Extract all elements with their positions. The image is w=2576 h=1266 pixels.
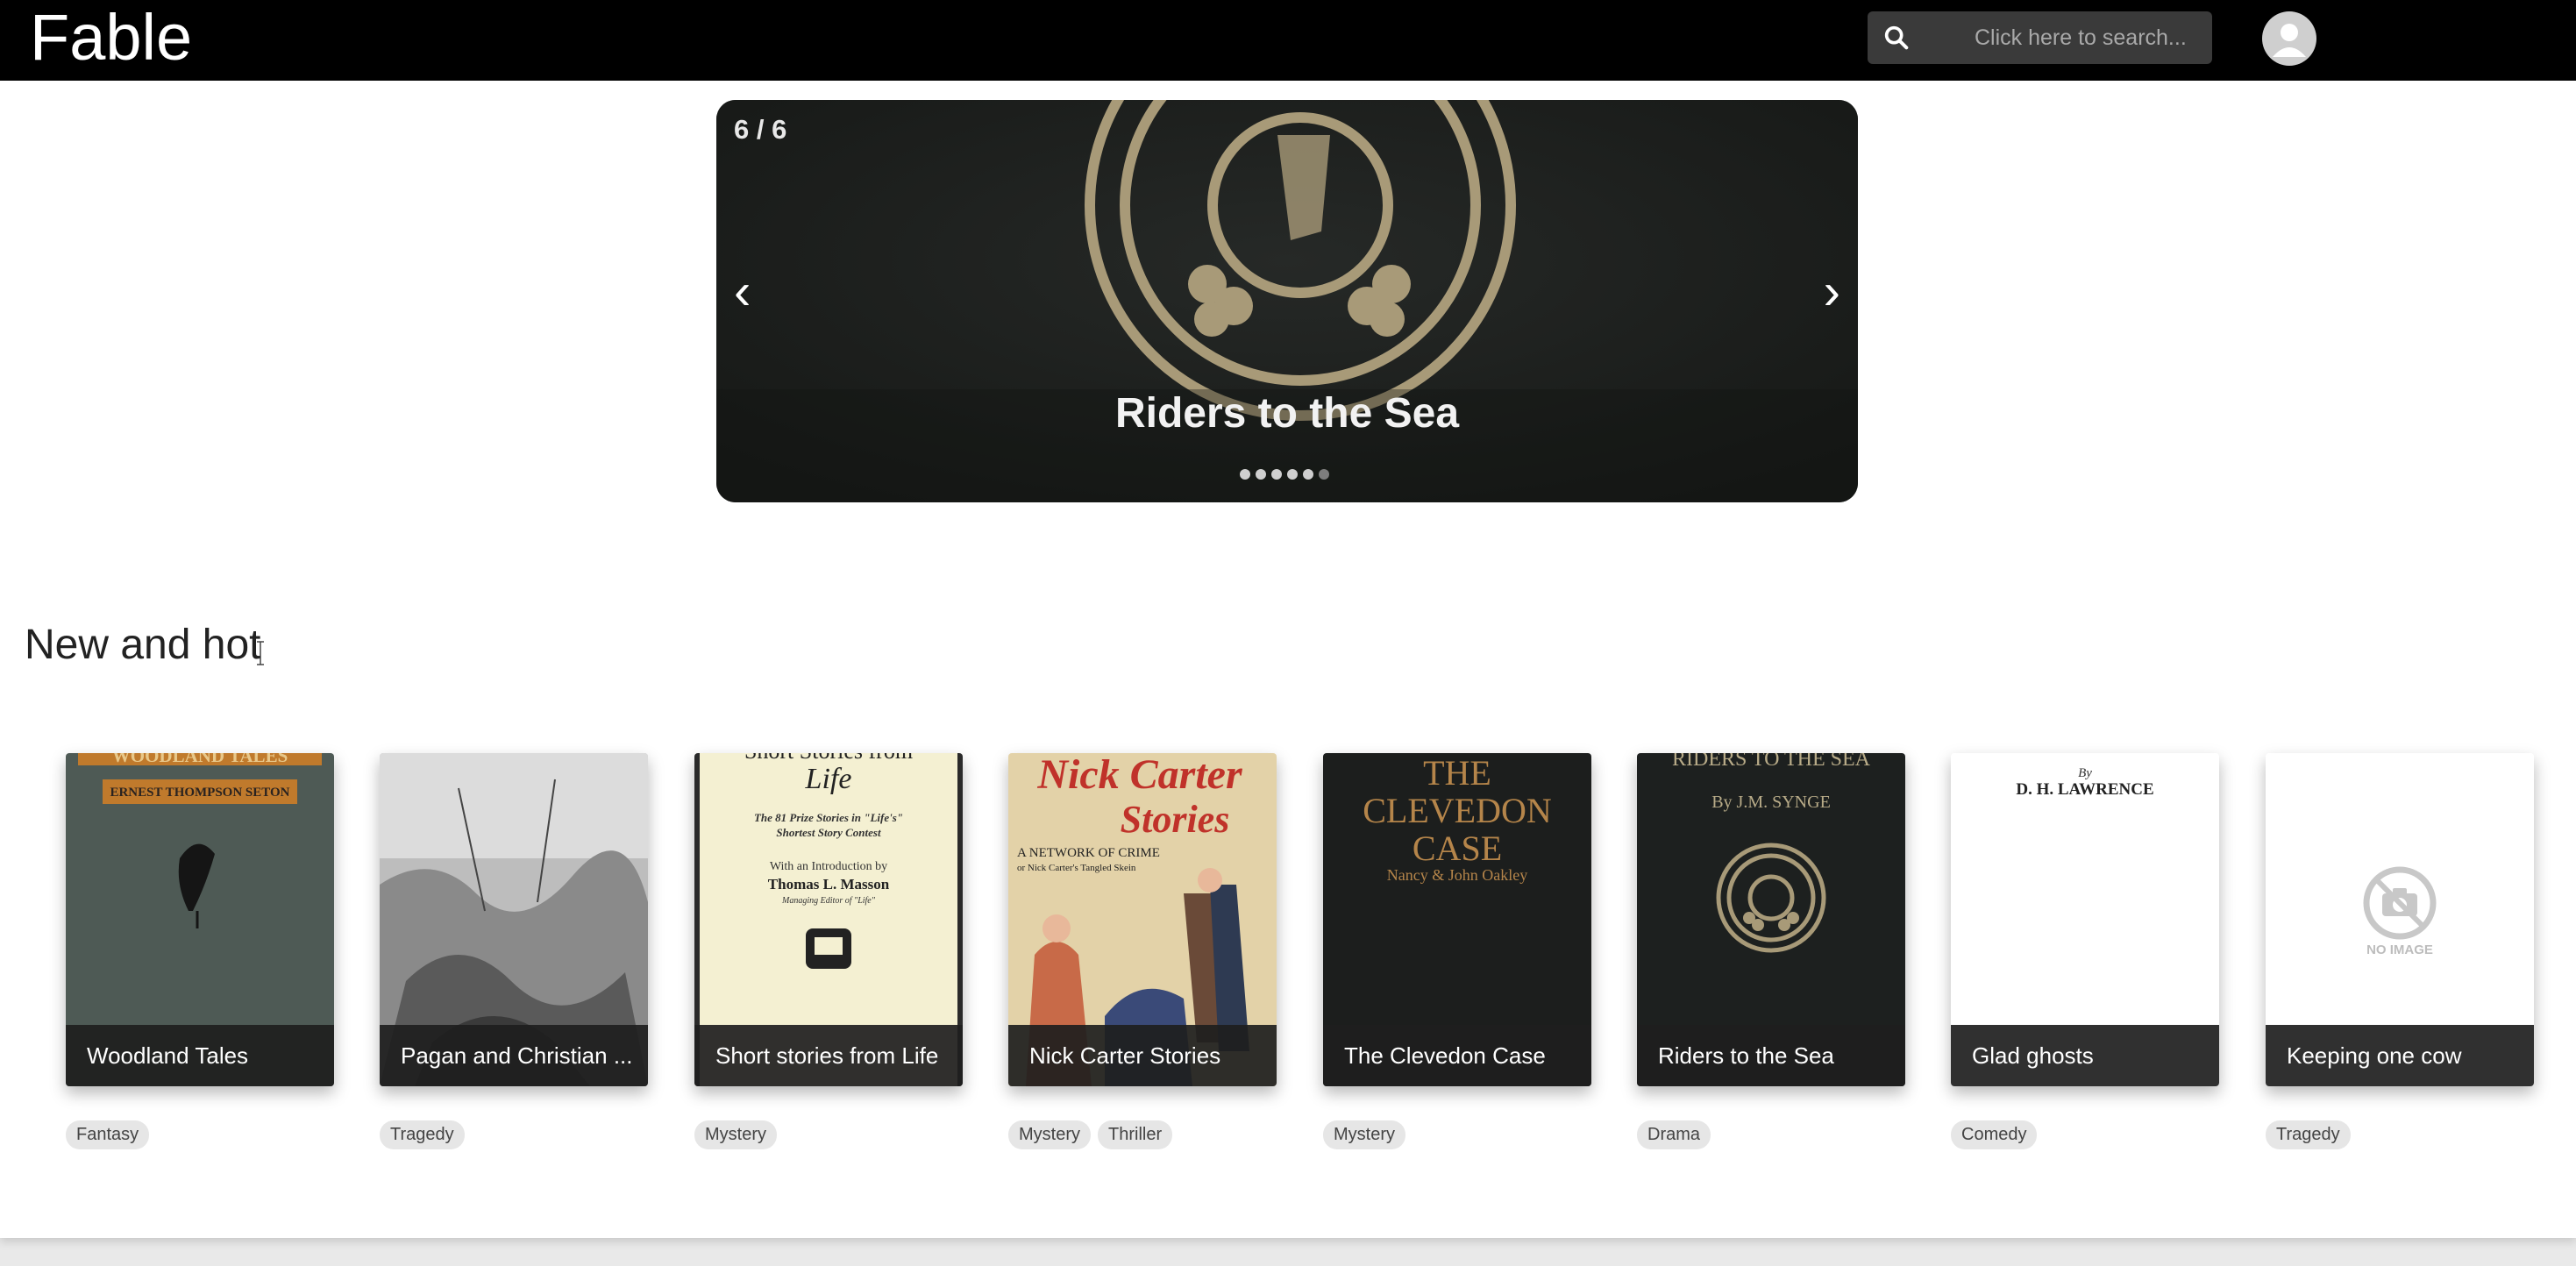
user-avatar-icon[interactable] [2262,11,2316,66]
cover-text: Nancy & John Oakley [1387,866,1527,884]
book-title-bar: The Clevedon Case [1323,1025,1591,1086]
book-card-woodland-tales[interactable]: WOODLAND TALES ERNEST THOMPSON SETON Woo… [66,753,334,1086]
book-card-keeping-one-cow[interactable]: NO IMAGE Keeping one cow [2266,753,2534,1086]
slide-cover-image [716,100,1858,502]
genre-tag[interactable]: Tragedy [2266,1120,2351,1149]
book-title-bar: Keeping one cow [2266,1025,2534,1086]
genre-tags: Tragedy [380,1120,465,1149]
next-slide-button[interactable]: › [1824,267,1840,317]
book-title[interactable]: Glad ghosts [1972,1042,2209,1070]
cover-text: Managing Editor of "Life" [781,896,876,906]
cover-text: With an Introduction by [770,860,887,873]
slide-indicators [1240,469,1329,481]
book-title-bar: Riders to the Sea [1637,1025,1905,1086]
top-bar: Fable Click here to search... [0,0,2576,81]
book-title-bar: Glad ghosts [1951,1025,2219,1086]
section-title: New and hot [25,622,261,668]
genre-tag[interactable]: Mystery [1323,1120,1405,1149]
genre-tag[interactable]: Drama [1637,1120,1711,1149]
cover-text: THE [1423,753,1491,793]
book-title[interactable]: Short stories from Life [715,1042,952,1070]
cover-text: D. H. LAWRENCE [2016,780,2153,799]
cover-text: CLEVEDON [1363,791,1552,830]
genre-tag[interactable]: Mystery [1008,1120,1091,1149]
genre-tags: Comedy [1951,1120,2038,1149]
book-title[interactable]: Keeping one cow [2287,1042,2523,1070]
featured-carousel[interactable]: 6 / 6 ‹ › Riders to the Sea [716,100,1858,502]
text-cursor-icon [257,641,264,665]
book-card-pagan-and-christian[interactable]: Pagan and Christian ... [380,753,648,1086]
search-input[interactable]: Click here to search... [1975,25,2187,51]
slide-dot[interactable] [1271,469,1282,480]
genre-tag[interactable]: Mystery [694,1120,777,1149]
genre-tag[interactable]: Tragedy [380,1120,465,1149]
genre-tag[interactable]: Thriller [1098,1120,1173,1149]
genre-tags: Mystery Thriller [1008,1120,1173,1149]
genre-tag[interactable]: Comedy [1951,1120,2038,1149]
cover-text: The 81 Prize Stories in "Life's" [754,811,903,824]
book-title[interactable]: Woodland Tales [87,1042,324,1070]
book-card-glad-ghosts[interactable]: By D. H. LAWRENCE Glad ghosts [1951,753,2219,1086]
book-title-bar: Pagan and Christian ... [380,1025,648,1086]
book-title-bar: Nick Carter Stories [1008,1025,1277,1086]
genre-tags: Mystery [1323,1120,1405,1149]
cover-text: Life [805,763,852,795]
no-image-label: NO IMAGE [2366,942,2433,957]
genre-tags: Drama [1637,1120,1711,1149]
cover-text: By J.M. SYNGE [1711,793,1831,812]
cover-text: Shortest Story Contest [776,826,881,839]
cover-text: By [2078,766,2092,780]
search-box[interactable]: Click here to search... [1868,11,2212,64]
slide-counter: 6 / 6 [734,114,787,145]
book-card-riders-to-the-sea[interactable]: RIDERS TO THE SEA By J.M. SYNGE Riders t… [1637,753,1905,1086]
slide-dot[interactable] [1256,469,1266,480]
book-title-bar: Woodland Tales [66,1025,334,1086]
genre-tags: Fantasy [66,1120,150,1149]
slide-title[interactable]: Riders to the Sea [716,389,1858,437]
book-card-short-stories-from-life[interactable]: Short Stories from Life The 81 Prize Sto… [694,753,963,1086]
cover-text: or Nick Carter's Tangled Skein [1017,863,1136,873]
cover-text: WOODLAND TALES [112,753,288,766]
book-title[interactable]: Pagan and Christian ... [401,1042,637,1070]
book-title-bar: Short stories from Life [694,1025,963,1086]
cover-text: ERNEST THOMPSON SETON [110,786,289,800]
book-card-the-clevedon-case[interactable]: THE CLEVEDON CASE Nancy & John Oakley Th… [1323,753,1591,1086]
cover-text: Thomas L. Masson [768,876,890,893]
genre-tag[interactable]: Fantasy [66,1120,150,1149]
book-title[interactable]: The Clevedon Case [1344,1042,1581,1070]
search-icon [1884,25,1909,50]
book-card-nick-carter-stories[interactable]: Nick Carter Stories A NETWORK OF CRIME o… [1008,753,1277,1086]
genre-tags: Mystery [694,1120,777,1149]
slide-dot-active[interactable] [1319,469,1329,480]
book-title[interactable]: Riders to the Sea [1658,1042,1895,1070]
cover-text: Stories [1121,798,1230,841]
app-logo[interactable]: Fable [30,2,192,74]
book-title[interactable]: Nick Carter Stories [1029,1042,1266,1070]
cover-text: RIDERS TO THE SEA [1672,753,1871,771]
slide-dot[interactable] [1287,469,1298,480]
slide-dot[interactable] [1303,469,1313,480]
slide-dot[interactable] [1240,469,1250,480]
cover-text: Nick Carter [1036,753,1243,798]
previous-slide-button[interactable]: ‹ [734,267,751,317]
cover-text: A NETWORK OF CRIME [1017,846,1160,860]
cover-text: CASE [1413,829,1502,868]
genre-tags: Tragedy [2266,1120,2351,1149]
